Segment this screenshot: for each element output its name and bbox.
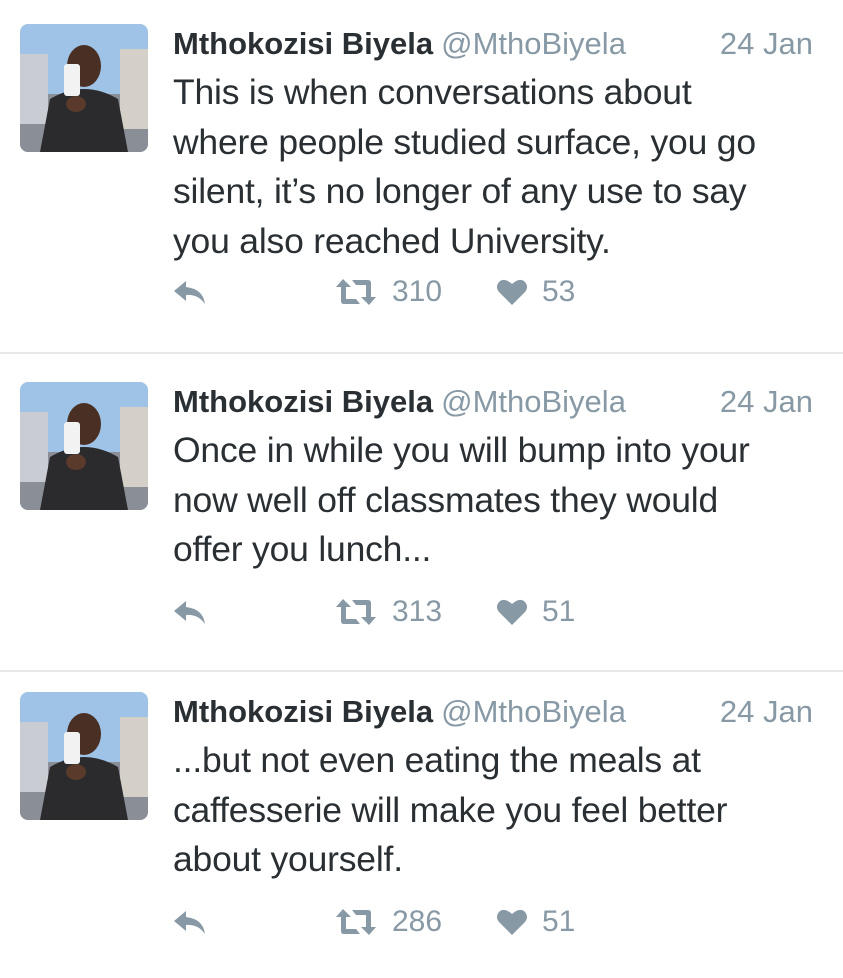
reply-icon (174, 281, 205, 304)
tweet-date[interactable]: 24 Jan (720, 380, 813, 424)
retweet-button[interactable]: 313 (334, 582, 442, 642)
tweet-date[interactable]: 24 Jan (720, 22, 813, 66)
divider (0, 352, 843, 354)
reply-button[interactable] (172, 582, 208, 642)
author-name[interactable]: Mthokozisi Biyela (173, 26, 433, 61)
retweet-icon (336, 599, 376, 625)
tweet-actions: 286 51 (0, 892, 843, 952)
reply-icon (174, 911, 205, 934)
reply-button[interactable] (172, 262, 208, 322)
like-count: 53 (542, 275, 576, 308)
tweet-header: Mthokozisi Biyela @MthoBiyela 24 Jan (173, 380, 823, 424)
author-handle[interactable]: @MthoBiyela (441, 694, 626, 729)
heart-icon (497, 279, 527, 305)
retweet-icon (336, 279, 376, 305)
tweet-header: Mthokozisi Biyela @MthoBiyela 24 Jan (173, 690, 823, 734)
reply-button[interactable] (172, 892, 208, 952)
like-button[interactable]: 51 (496, 582, 575, 642)
author-handle[interactable]: @MthoBiyela (441, 384, 626, 419)
heart-icon (497, 599, 527, 625)
avatar[interactable] (20, 382, 148, 510)
author-handle[interactable]: @MthoBiyela (441, 26, 626, 61)
author-name[interactable]: Mthokozisi Biyela (173, 384, 433, 419)
tweet-text: This is when conversations about where p… (173, 72, 756, 261)
tweet[interactable]: Mthokozisi Biyela @MthoBiyela 24 Jan This… (0, 0, 843, 354)
tweet-text: ...but not even eating the meals at caff… (173, 740, 728, 879)
tweet-header: Mthokozisi Biyela @MthoBiyela 24 Jan (173, 22, 823, 66)
heart-icon (497, 909, 527, 935)
retweet-count: 310 (392, 275, 443, 308)
avatar[interactable] (20, 24, 148, 152)
avatar[interactable] (20, 692, 148, 820)
like-button[interactable]: 51 (496, 892, 575, 952)
tweet-actions: 310 53 (0, 262, 843, 322)
like-count: 51 (542, 595, 576, 628)
tweet-actions: 313 51 (0, 582, 843, 642)
retweet-count: 313 (392, 595, 443, 628)
retweet-button[interactable]: 286 (334, 892, 442, 952)
tweet[interactable]: Mthokozisi Biyela @MthoBiyela 24 Jan ...b… (0, 668, 843, 978)
retweet-button[interactable]: 310 (334, 262, 442, 322)
reply-icon (174, 601, 205, 624)
retweet-count: 286 (392, 905, 443, 938)
author-name[interactable]: Mthokozisi Biyela (173, 694, 433, 729)
retweet-icon (336, 909, 376, 935)
like-count: 51 (542, 905, 576, 938)
tweet-text: Once in while you will bump into your no… (173, 430, 750, 569)
tweet-date[interactable]: 24 Jan (720, 690, 813, 734)
tweet[interactable]: Mthokozisi Biyela @MthoBiyela 24 Jan Once… (0, 358, 843, 672)
like-button[interactable]: 53 (496, 262, 575, 322)
